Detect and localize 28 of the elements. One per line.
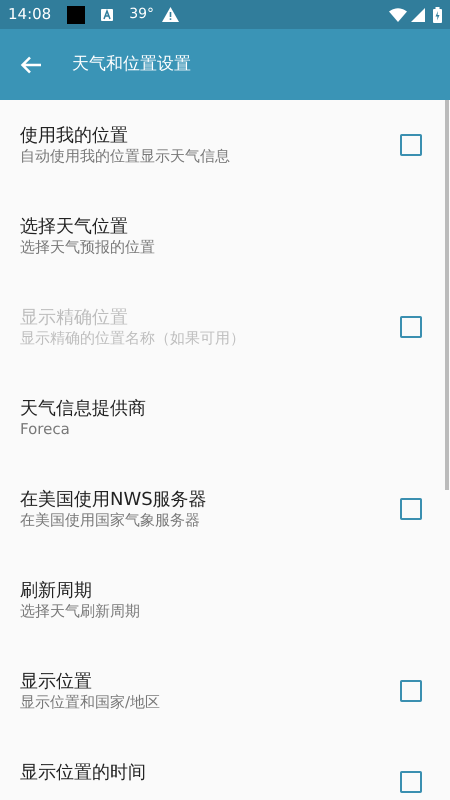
checkbox[interactable] [400,680,422,702]
battery-icon [433,6,442,22]
setting-summary: 在美国使用国家气象服务器 [20,511,201,531]
setting-summary: 显示精确的位置名称（如果可用） [20,329,246,349]
status-time: 14:08 [8,4,52,26]
warning-icon [162,7,180,22]
setting-title[interactable]: 选择天气位置 [20,215,422,238]
checkbox[interactable] [400,498,422,520]
setting-title[interactable]: 天气信息提供商 [20,397,422,420]
signal-icon [411,8,425,22]
notification-icon [67,6,86,24]
toolbar-title: 天气和位置设置 [72,52,191,76]
setting-title[interactable]: 在美国使用NWS服务器 [20,488,400,512]
back-button[interactable] [20,56,42,74]
temperature-text: 39° [129,5,154,24]
setting-summary: 显示位置和国家/地区 [20,693,162,713]
setting-title[interactable]: 刷新周期 [20,579,422,602]
checkbox[interactable] [400,771,422,793]
wifi-icon [389,8,407,22]
setting-title[interactable]: 显示位置的时间 [20,761,400,784]
setting-summary: Foreca [20,420,71,440]
setting-summary: 选择天气刷新周期 [20,602,141,622]
setting-title[interactable]: 显示位置 [20,670,400,694]
setting-summary: 自动使用我的位置显示天气信息 [20,147,231,167]
setting-summary: 选择天气预报的位置 [20,238,156,258]
checkbox[interactable] [400,134,422,156]
notification-icon [101,8,114,20]
setting-title[interactable]: 使用我的位置 [20,124,400,148]
